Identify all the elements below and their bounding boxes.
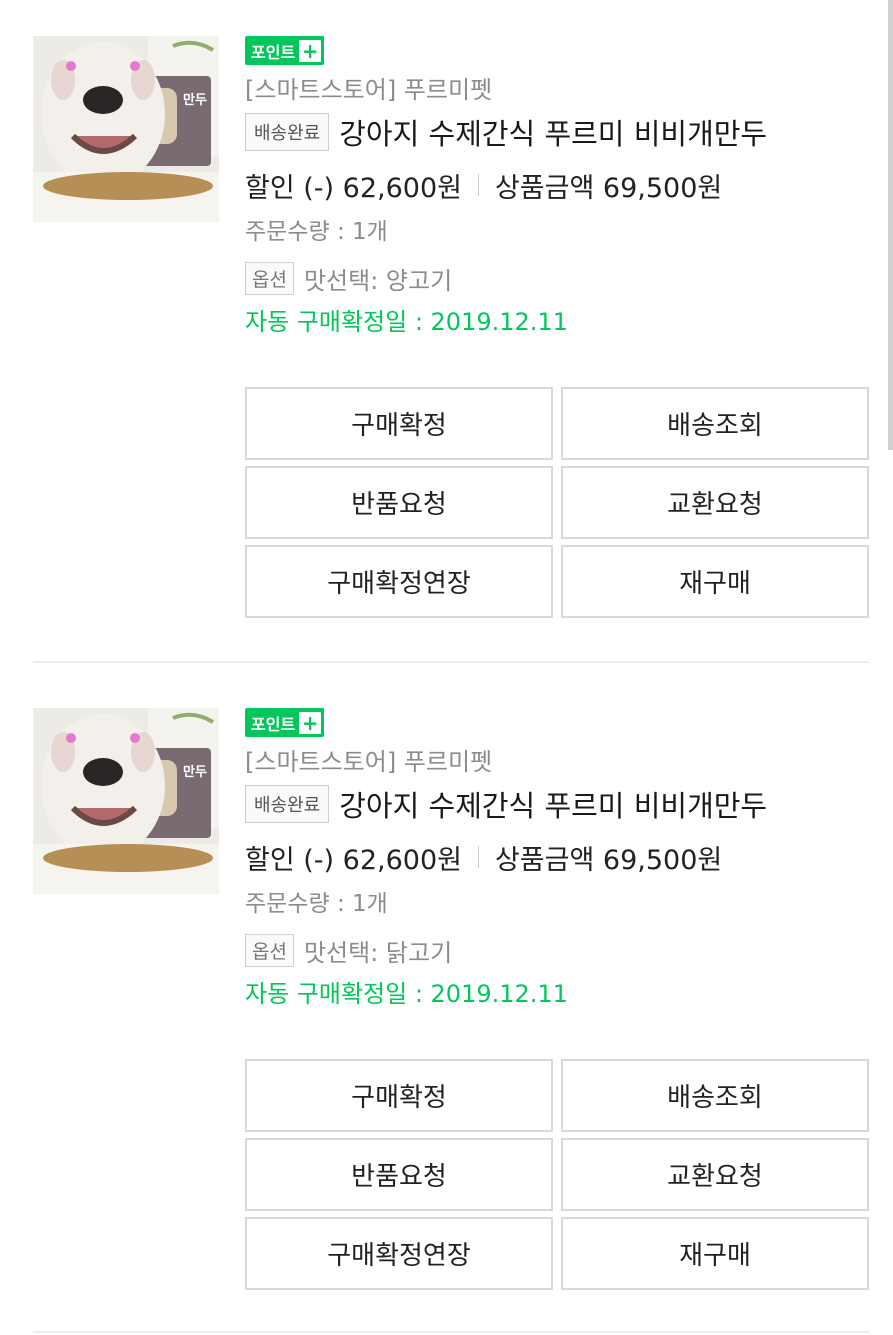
scrollbar[interactable]	[888, 0, 893, 450]
rebuy-button[interactable]: 재구매	[561, 545, 869, 618]
discount-price: 할인 (-) 62,600원	[245, 172, 462, 204]
price-divider	[477, 174, 479, 196]
extend-confirm-button[interactable]: 구매확정연장	[245, 545, 553, 618]
option-value: 맛선택: 닭고기	[303, 938, 453, 967]
confirm-purchase-button[interactable]: 구매확정	[245, 1059, 553, 1132]
product-thumbnail[interactable]: 만두	[33, 708, 219, 894]
exchange-request-button[interactable]: 교환요청	[561, 466, 869, 539]
auto-confirm-date: 자동 구매확정일 : 2019.12.11	[245, 308, 568, 336]
dog-product-photo: 만두	[33, 36, 219, 222]
plus-icon: +	[299, 39, 322, 62]
product-name[interactable]: 강아지 수제간식 푸르미 비비개만두	[339, 783, 767, 825]
price-row: 할인 (-) 62,600원 상품금액 69,500원	[245, 165, 875, 205]
exchange-request-button[interactable]: 교환요청	[561, 1138, 869, 1211]
svg-text:만두: 만두	[183, 764, 207, 780]
store-name[interactable]: [스마트스토어] 푸르미펫	[245, 745, 875, 779]
product-name[interactable]: 강아지 수제간식 푸르미 비비개만두	[339, 111, 767, 153]
return-request-button[interactable]: 반품요청	[245, 1138, 553, 1211]
price-divider	[477, 846, 479, 868]
plus-icon: +	[299, 711, 322, 734]
point-badge-label: 포인트	[251, 714, 296, 734]
product-price: 상품금액 69,500원	[494, 172, 723, 204]
track-delivery-button[interactable]: 배송조회	[561, 1059, 869, 1132]
option-value: 맛선택: 양고기	[303, 266, 453, 295]
option-badge: 옵션	[245, 933, 294, 967]
point-badge-label: 포인트	[251, 42, 296, 62]
point-badge: 포인트 +	[245, 36, 325, 65]
auto-confirm-date: 자동 구매확정일 : 2019.12.11	[245, 980, 568, 1008]
track-delivery-button[interactable]: 배송조회	[561, 387, 869, 460]
order-divider	[33, 1331, 869, 1333]
order-actions: 구매확정 배송조회 반품요청 교환요청 구매확정연장 재구매	[245, 1059, 869, 1290]
rebuy-button[interactable]: 재구매	[561, 1217, 869, 1290]
product-price: 상품금액 69,500원	[494, 844, 723, 876]
option-badge: 옵션	[245, 261, 294, 295]
price-row: 할인 (-) 62,600원 상품금액 69,500원	[245, 837, 875, 877]
confirm-purchase-button[interactable]: 구매확정	[245, 387, 553, 460]
status-badge: 배송완료	[245, 785, 330, 823]
store-name[interactable]: [스마트스토어] 푸르미펫	[245, 73, 875, 107]
dog-product-photo: 만두	[33, 708, 219, 894]
discount-price: 할인 (-) 62,600원	[245, 844, 462, 876]
extend-confirm-button[interactable]: 구매확정연장	[245, 1217, 553, 1290]
order-item: 만두 포인트 + [스마트스토어] 푸르미펫 배송완료 강아지 수제간식 푸르미…	[0, 672, 893, 1332]
order-item: 만두 포인트 + [스마트스토어] 푸르미펫 배송완료 강아지 수제간식 푸르미…	[0, 0, 893, 660]
order-quantity: 주문수량 : 1개	[245, 891, 388, 917]
status-badge: 배송완료	[245, 113, 330, 151]
order-actions: 구매확정 배송조회 반품요청 교환요청 구매확정연장 재구매	[245, 387, 869, 618]
svg-text:만두: 만두	[183, 92, 207, 108]
order-divider	[33, 661, 869, 663]
point-badge: 포인트 +	[245, 708, 325, 737]
order-quantity: 주문수량 : 1개	[245, 219, 388, 245]
return-request-button[interactable]: 반품요청	[245, 466, 553, 539]
product-thumbnail[interactable]: 만두	[33, 36, 219, 222]
